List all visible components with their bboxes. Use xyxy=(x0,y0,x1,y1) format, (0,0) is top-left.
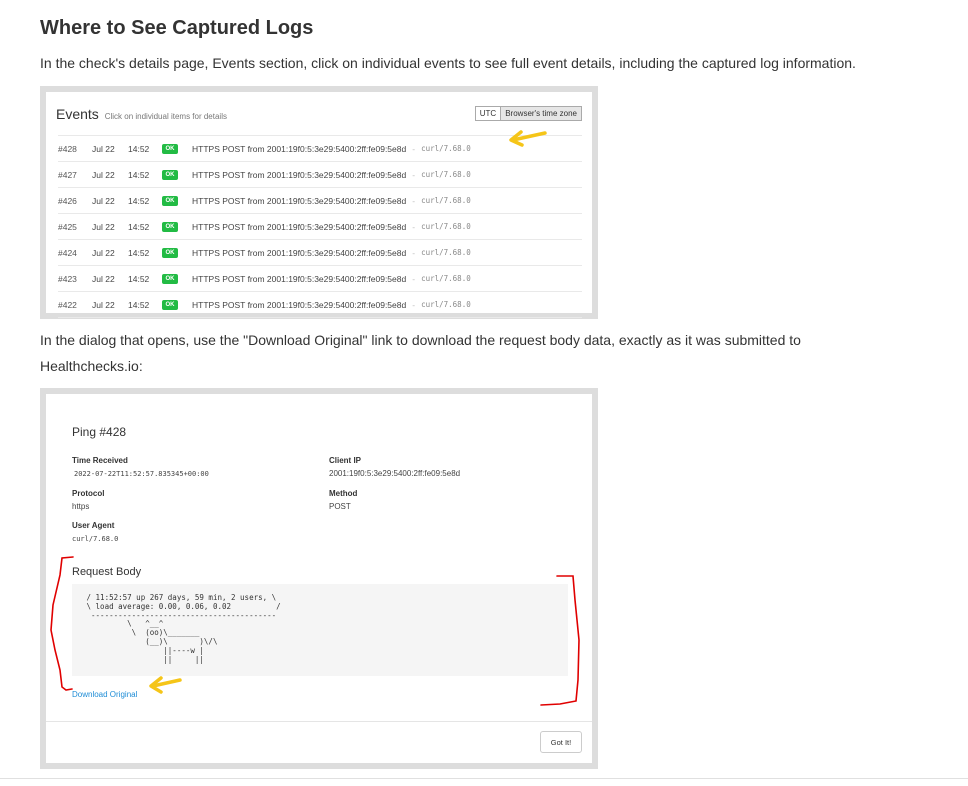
event-user-agent: curl/7.68.0 xyxy=(421,248,471,257)
request-body-content: / 11:52:57 up 267 days, 59 min, 2 users,… xyxy=(86,593,281,664)
protocol-value: https xyxy=(72,502,90,511)
event-time: 14:52 xyxy=(128,273,150,284)
tz-utc-button[interactable]: UTC xyxy=(476,107,500,120)
event-number: #426 xyxy=(58,195,77,206)
ok-badge: OK xyxy=(162,143,178,154)
event-user-agent: curl/7.68.0 xyxy=(421,274,471,283)
event-time: 14:52 xyxy=(128,221,150,232)
event-date: Jul 22 xyxy=(92,221,115,232)
event-separator: - xyxy=(412,273,416,284)
event-separator: - xyxy=(412,221,416,232)
event-description: HTTPS POST from 2001:19f0:5:3e29:5400:2f… xyxy=(192,169,407,180)
event-number: #428 xyxy=(58,143,77,154)
event-separator: - xyxy=(412,247,416,258)
method-label: Method xyxy=(329,489,358,498)
event-time: 14:52 xyxy=(128,195,150,206)
event-description: HTTPS POST from 2001:19f0:5:3e29:5400:2f… xyxy=(192,195,407,206)
got-it-button[interactable]: Got It! xyxy=(540,731,582,753)
events-subtitle: Click on individual items for details xyxy=(104,112,227,121)
dialog-screenshot: Ping #428 Time Received 2022-07-22T11:52… xyxy=(40,388,598,769)
ok-badge: OK xyxy=(162,299,178,310)
request-body-label: Request Body xyxy=(72,566,142,578)
event-row[interactable]: #426 Jul 22 14:52 OK HTTPS POST from 200… xyxy=(58,188,582,214)
event-number: #425 xyxy=(58,221,77,232)
client-ip-value: 2001:19f0:5:3e29:5400:2ff:fe09:5e8d xyxy=(329,469,461,478)
ok-badge: OK xyxy=(162,247,178,258)
event-row[interactable]: #428 Jul 22 14:52 OK HTTPS POST from 200… xyxy=(58,135,582,162)
event-description: HTTPS POST from 2001:19f0:5:3e29:5400:2f… xyxy=(192,221,407,232)
time-received-label: Time Received xyxy=(72,456,128,465)
dialog-paragraph: In the dialog that opens, use the "Downl… xyxy=(40,332,801,374)
events-panel: Events Click on individual items for det… xyxy=(46,92,592,318)
event-date: Jul 22 xyxy=(92,169,115,180)
download-original-link[interactable]: Download Original xyxy=(72,690,137,699)
events-title: Events xyxy=(56,106,99,122)
intro-paragraph: In the check's details page, Events sect… xyxy=(40,55,856,71)
events-list: #428 Jul 22 14:52 OK HTTPS POST from 200… xyxy=(58,135,582,318)
event-separator: - xyxy=(412,169,416,180)
client-ip-label: Client IP xyxy=(329,456,362,465)
event-separator: - xyxy=(412,299,416,310)
event-row[interactable]: #427 Jul 22 14:52 OK HTTPS POST from 200… xyxy=(58,162,582,188)
event-time: 14:52 xyxy=(128,247,150,258)
event-number: #424 xyxy=(58,247,77,258)
events-header: Events Click on individual items for det… xyxy=(56,106,227,122)
event-date: Jul 22 xyxy=(92,247,115,258)
event-row[interactable]: #425 Jul 22 14:52 OK HTTPS POST from 200… xyxy=(58,214,582,240)
event-number: #427 xyxy=(58,169,77,180)
footer-divider xyxy=(46,721,592,722)
event-row[interactable]: #423 Jul 22 14:52 OK HTTPS POST from 200… xyxy=(58,266,582,292)
timezone-toggle[interactable]: UTC Browser's time zone xyxy=(474,106,582,121)
event-date: Jul 22 xyxy=(92,143,115,154)
event-number: #422 xyxy=(58,299,77,310)
event-date: Jul 22 xyxy=(92,195,115,206)
event-description: HTTPS POST from 2001:19f0:5:3e29:5400:2f… xyxy=(192,143,407,154)
event-user-agent: curl/7.68.0 xyxy=(421,144,471,153)
ok-badge: OK xyxy=(162,195,178,206)
event-user-agent: curl/7.68.0 xyxy=(421,196,471,205)
ok-badge: OK xyxy=(162,273,178,284)
event-row[interactable]: #422 Jul 22 14:52 OK HTTPS POST from 200… xyxy=(58,292,582,318)
event-time: 14:52 xyxy=(128,143,150,154)
event-user-agent: curl/7.68.0 xyxy=(421,300,471,309)
events-screenshot: Events Click on individual items for det… xyxy=(40,86,598,319)
event-separator: - xyxy=(412,195,416,206)
event-date: Jul 22 xyxy=(92,273,115,284)
section-heading: Where to See Captured Logs xyxy=(40,17,314,39)
ok-badge: OK xyxy=(162,221,178,232)
event-row[interactable]: #424 Jul 22 14:52 OK HTTPS POST from 200… xyxy=(58,240,582,266)
event-description: HTTPS POST from 2001:19f0:5:3e29:5400:2f… xyxy=(192,273,407,284)
event-description: HTTPS POST from 2001:19f0:5:3e29:5400:2f… xyxy=(192,299,407,310)
event-user-agent: curl/7.68.0 xyxy=(421,222,471,231)
event-number: #423 xyxy=(58,273,77,284)
event-separator: - xyxy=(412,143,416,154)
event-date: Jul 22 xyxy=(92,299,115,310)
user-agent-label: User Agent xyxy=(72,521,115,530)
dialog-title: Ping #428 xyxy=(72,425,127,439)
time-received-value: 2022-07-22T11:52:57.835345+00:00 xyxy=(74,470,209,478)
tz-browser-button[interactable]: Browser's time zone xyxy=(500,107,581,120)
event-time: 14:52 xyxy=(128,299,150,310)
method-value: POST xyxy=(329,502,351,511)
bottom-divider xyxy=(0,778,968,779)
protocol-label: Protocol xyxy=(72,489,105,498)
ok-badge: OK xyxy=(162,169,178,180)
request-body-box: / 11:52:57 up 267 days, 59 min, 2 users,… xyxy=(72,584,568,676)
event-description: HTTPS POST from 2001:19f0:5:3e29:5400:2f… xyxy=(192,247,407,258)
event-user-agent: curl/7.68.0 xyxy=(421,170,471,179)
user-agent-value: curl/7.68.0 xyxy=(72,535,119,543)
ping-dialog: Ping #428 Time Received 2022-07-22T11:52… xyxy=(46,394,592,763)
event-time: 14:52 xyxy=(128,169,150,180)
